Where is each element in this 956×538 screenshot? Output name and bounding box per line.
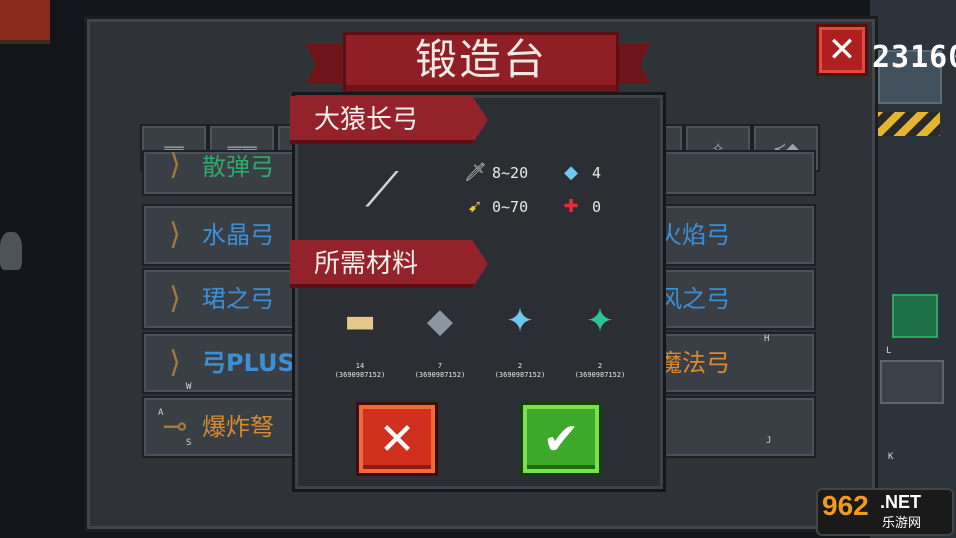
material-count: 14 (3690987152) [320, 362, 400, 380]
bow-icon: ⟩ [169, 345, 181, 380]
longbow-icon: ⟋ [365, 162, 399, 218]
bow-icon: ⟩ [169, 150, 181, 182]
key-hint: S [186, 438, 192, 448]
ore-icon: ◆ [426, 301, 454, 341]
watermark-net: .NET [880, 492, 922, 512]
checkmark-icon: ✔ [542, 413, 580, 465]
materials-title: 所需材料 [314, 249, 419, 279]
weapon-name: 风之弓 [658, 285, 730, 313]
weapon-name: 水晶弓 [202, 221, 274, 249]
required-count: 7 [437, 362, 443, 370]
crosshair-icon: ✚ [563, 196, 579, 217]
weapon-name: 爆炸弩 [202, 413, 274, 441]
close-icon: ✕ [827, 30, 857, 70]
key-hint: J [766, 436, 772, 446]
weapon-name-banner: 大猿长弓 [290, 96, 488, 144]
materials-banner: 所需材料 [290, 240, 488, 288]
damage-value: 8~20 [492, 163, 529, 182]
required-count: 14 [355, 362, 365, 370]
weapon-name: 火焰弓 [658, 221, 730, 249]
close-icon: ✕ [378, 413, 416, 465]
close-button[interactable]: ✕ [816, 24, 868, 76]
stat-damage: 🗡 8~20 [464, 162, 528, 183]
weapon-name: 散弹弓 [202, 153, 274, 181]
stat-energy: ◆ 4 [560, 162, 601, 183]
player-character [0, 0, 50, 44]
stat-crit: ➹ 0~70 [464, 196, 528, 217]
weapon-name: 魔法弓 [658, 349, 730, 377]
weapon-name: 弓PLUS [202, 349, 295, 377]
hazard-stripe [872, 112, 940, 136]
wood-icon: ▬ [343, 301, 377, 341]
workbench [880, 360, 944, 404]
sword-icon: 🗡 [464, 162, 487, 183]
energy-value: 4 [592, 163, 602, 182]
material-count: 2 (3690987152) [560, 362, 640, 380]
watermark-logo: 962 [822, 490, 869, 521]
key-hint: W [186, 382, 192, 392]
material-count: 7 (3690987152) [400, 362, 480, 380]
required-count: 2 [597, 362, 603, 370]
key-hint: A [158, 408, 164, 418]
confirm-button[interactable]: ✔ [520, 402, 602, 476]
weapon-name: 珺之弓 [202, 285, 274, 313]
material-count: 2 (3690987152) [480, 362, 560, 380]
bow-icon: ⟩ [169, 217, 181, 252]
watermark-sub: 乐游网 [882, 515, 922, 530]
key-hint: H [764, 334, 770, 344]
owned-count: (3690987152) [414, 371, 466, 379]
green-machine [892, 294, 938, 338]
owned-count: (3690987152) [574, 371, 626, 379]
weapon-name-title: 大猿长弓 [314, 105, 419, 135]
forge-dialog [292, 92, 666, 492]
pet-creature [0, 232, 22, 270]
owned-count: (3690987152) [334, 371, 386, 379]
owned-count: (3690987152) [494, 371, 546, 379]
green-crystal-icon: ✦ [585, 301, 615, 341]
crit-value: 0~70 [492, 197, 529, 216]
page-title: 锻造台 [414, 35, 547, 84]
feather-icon: ➹ [467, 196, 483, 217]
energy-diamond-icon: ◆ [564, 162, 578, 183]
cancel-button[interactable]: ✕ [356, 402, 438, 476]
bow-icon: ⟩ [169, 281, 181, 316]
coin-counter: 23160 [872, 40, 956, 75]
key-hint: L [886, 346, 892, 356]
key-hint: K [888, 452, 894, 462]
required-count: 2 [517, 362, 523, 370]
stat-accuracy: ✚ 0 [560, 196, 601, 217]
accuracy-value: 0 [592, 197, 602, 216]
blue-crystal-icon: ✦ [505, 301, 535, 341]
